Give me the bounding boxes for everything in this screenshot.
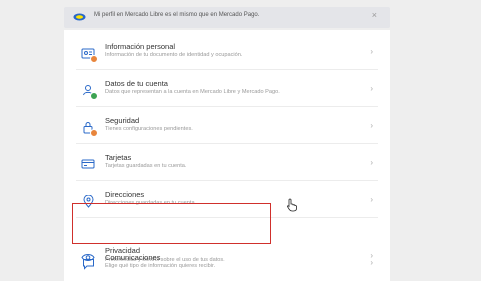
chevron-right-icon: › — [370, 121, 373, 130]
status-dot — [90, 129, 98, 137]
menu-item-informacion-personal[interactable]: Información personal Información de tu d… — [64, 35, 390, 70]
menu-item-title: Direcciones — [105, 190, 145, 199]
menu-item-title: Información personal — [105, 42, 176, 51]
chevron-right-icon: › — [370, 158, 373, 167]
menu-item-comunicaciones[interactable]: Comunicaciones Elige qué tipo de informa… — [64, 246, 390, 281]
chat-icon — [80, 256, 96, 272]
menu-item-description: Datos que representan a la cuenta en Mer… — [105, 89, 280, 95]
profile-menu: Información personal Información de tu d… — [64, 30, 390, 281]
menu-item-title: Comunicaciones — [105, 253, 161, 262]
chevron-right-icon: › — [370, 84, 373, 93]
chevron-right-icon: › — [370, 258, 373, 267]
menu-item-tarjetas[interactable]: Tarjetas Tarjetas guardadas en tu cuenta… — [64, 146, 390, 181]
status-dot — [90, 92, 98, 100]
chevron-right-icon: › — [370, 195, 373, 204]
status-dot — [90, 55, 98, 63]
menu-item-title: Tarjetas — [105, 153, 132, 162]
menu-item-seguridad[interactable]: Seguridad Tienes configuraciones pendien… — [64, 109, 390, 144]
menu-item-title: Seguridad — [105, 116, 140, 125]
menu-item-description: Tarjetas guardadas en tu cuenta. — [105, 163, 187, 169]
close-icon[interactable]: × — [372, 11, 377, 20]
divider — [76, 180, 378, 181]
chevron-right-icon: › — [370, 47, 373, 56]
mercado-logo-icon — [73, 13, 86, 21]
divider — [76, 69, 378, 70]
info-banner: Mi perfil en Mercado Libre es el mismo q… — [64, 7, 390, 28]
menu-item-title: Datos de tu cuenta — [105, 79, 168, 88]
divider — [76, 143, 378, 144]
menu-item-description: Información de tu documento de identidad… — [105, 52, 243, 58]
hand-cursor-icon — [286, 198, 298, 212]
banner-text: Mi perfil en Mercado Libre es el mismo q… — [94, 12, 260, 18]
menu-item-description: Elige qué tipo de información quieres re… — [105, 263, 216, 269]
menu-item-datos-cuenta[interactable]: Datos de tu cuenta Datos que representan… — [64, 72, 390, 107]
divider — [76, 106, 378, 107]
menu-item-description: Tienes configuraciones pendientes. — [105, 126, 193, 132]
card-icon — [80, 156, 96, 172]
